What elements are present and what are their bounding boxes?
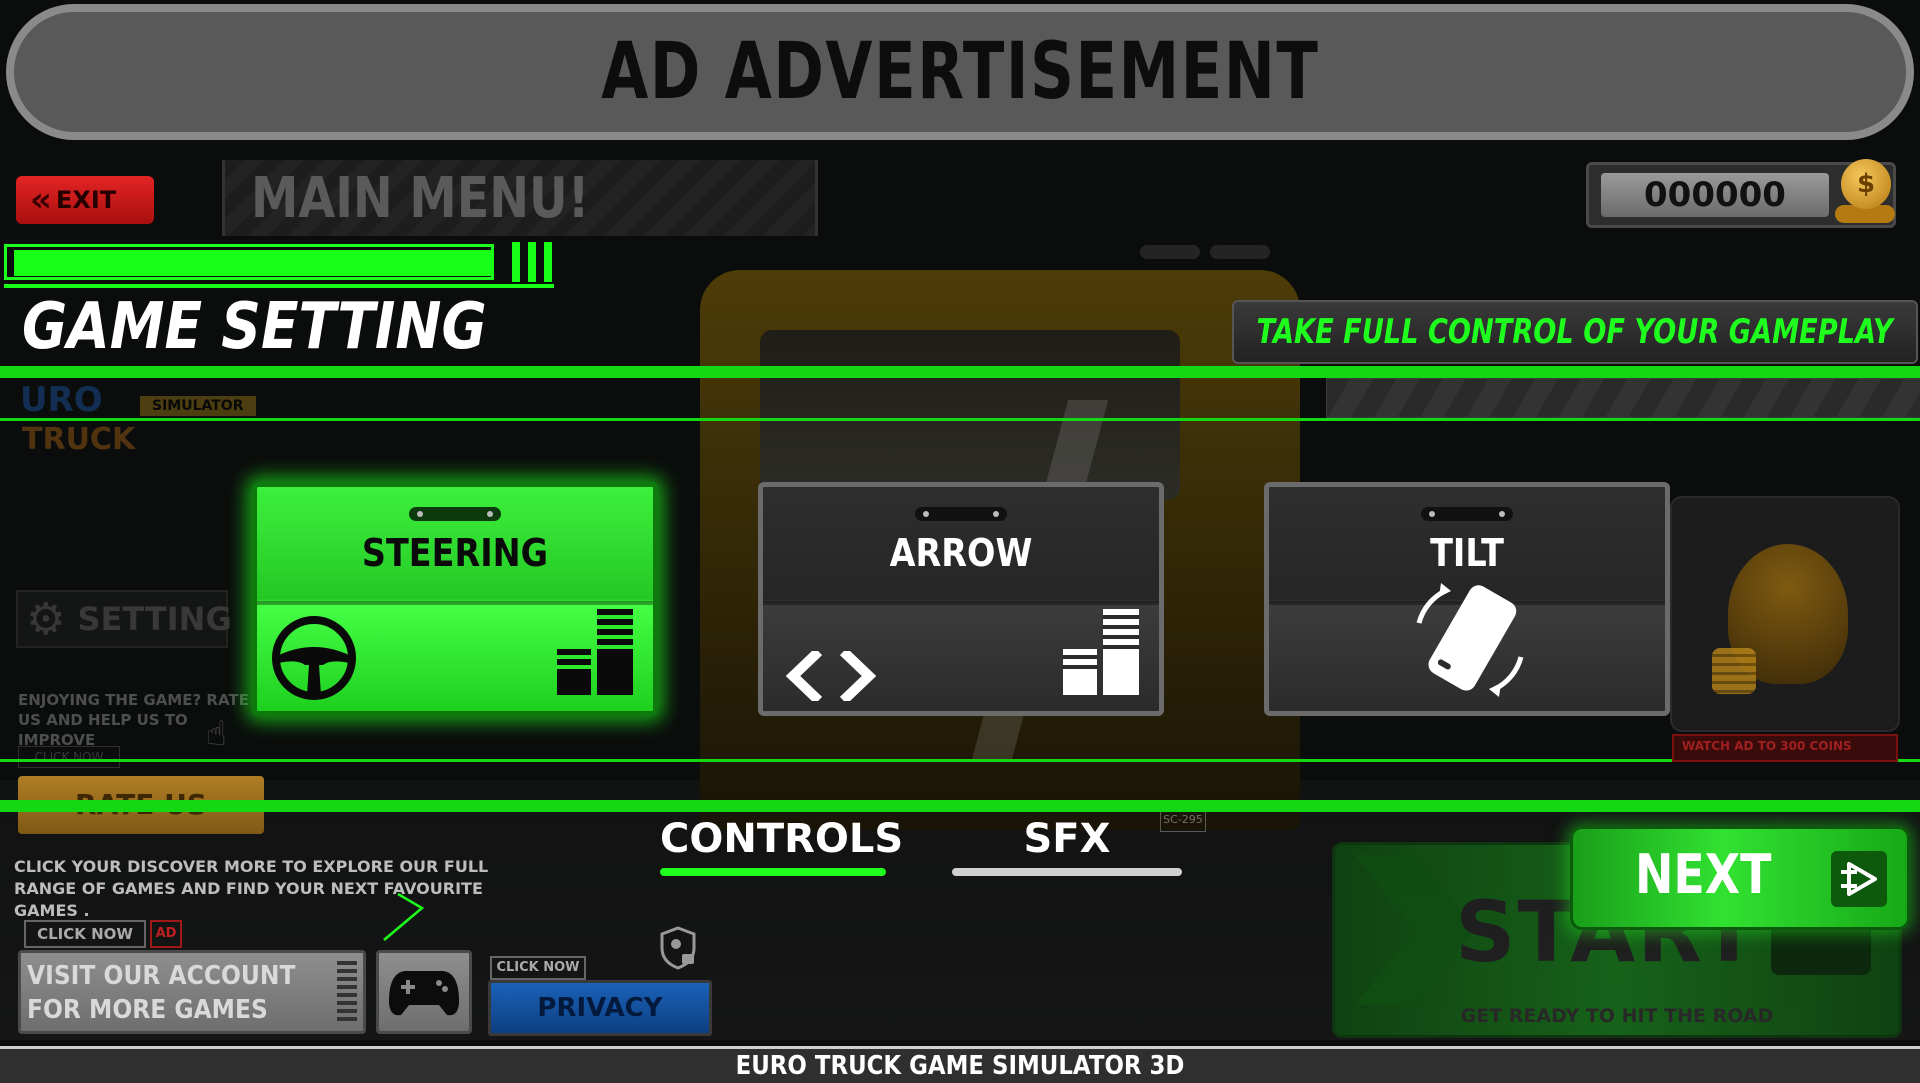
exit-label: EXIT — [55, 186, 117, 214]
logo-euro-text: URO — [20, 380, 103, 420]
discover-text: CLICK YOUR DISCOVER MORE TO EXPLORE OUR … — [14, 857, 489, 920]
card-split — [257, 601, 653, 605]
watch-ad-reward-card[interactable] — [1670, 496, 1900, 732]
gear-icon: ⚙ — [26, 593, 66, 645]
tab-controls[interactable]: CONTROLS — [660, 816, 903, 876]
more-games-button[interactable] — [376, 950, 472, 1034]
coin-count: 000000 — [1601, 173, 1829, 217]
steering-wheel-icon — [272, 616, 356, 700]
tagline-text: TAKE FULL CONTROL OF YOUR GAMEPLAY — [1256, 312, 1894, 352]
truck-windshield — [760, 330, 1180, 500]
start-subtitle: GET READY TO HIT THE ROAD — [1460, 1005, 1774, 1027]
card-notch — [915, 507, 1007, 521]
watch-ad-label-text: WATCH AD TO 300 COINS — [1682, 739, 1852, 753]
visit-account-label: VISIT OUR ACCOUNT FOR MORE GAMES — [27, 961, 296, 1025]
exit-button[interactable]: « EXIT — [16, 176, 154, 224]
hand-pointer-icon: ☝ — [206, 714, 227, 754]
double-chevron-left-icon: « — [30, 180, 52, 220]
main-menu-title-plate: MAIN MENU! — [222, 160, 818, 236]
next-button[interactable]: NEXT — [1570, 826, 1910, 930]
logo-simulator-text: SIMULATOR — [140, 396, 256, 416]
street-lamp — [1210, 245, 1270, 259]
street-lamp — [1140, 245, 1200, 259]
arrow-right-icon — [1831, 851, 1887, 907]
bar-graph-icon — [1063, 609, 1141, 695]
tagline-banner: TAKE FULL CONTROL OF YOUR GAMEPLAY — [1232, 300, 1918, 364]
control-label-tilt: TILT — [1430, 531, 1504, 575]
divider-line — [0, 366, 1920, 378]
divider-line — [0, 759, 1920, 762]
control-card-steering[interactable]: STEERING — [252, 482, 658, 716]
tab-underline — [660, 868, 886, 876]
shield-lock-icon — [660, 926, 696, 970]
setting-button-background: ⚙ SETTING — [16, 590, 232, 648]
tab-sfx-label: SFX — [1023, 816, 1111, 862]
ad-tag: AD — [150, 920, 182, 948]
next-label: NEXT — [1635, 843, 1772, 906]
card-notch — [409, 507, 501, 521]
discover-click-now-tag: CLICK NOW — [24, 920, 146, 948]
control-card-arrow[interactable]: ARROW — [758, 482, 1164, 716]
card-split — [763, 601, 1159, 605]
bar-graph-icon — [557, 609, 635, 695]
logo-truck-text: TRUCK — [22, 422, 136, 457]
coin-counter: 000000 $ — [1586, 159, 1896, 228]
privacy-policy-button[interactable]: PRIVACY POLICY — [488, 980, 712, 1073]
left-right-arrows-icon — [785, 651, 877, 701]
phone-tilt-icon — [1416, 583, 1524, 697]
tab-sfx[interactable]: SFX — [952, 816, 1182, 876]
dollar-coin-icon: $ — [1841, 159, 1891, 209]
page-title: GAME SETTING — [22, 290, 487, 364]
main-menu-title: MAIN MENU! — [251, 166, 590, 231]
tab-controls-label: CONTROLS — [660, 816, 904, 862]
control-card-tilt[interactable]: TILT — [1264, 482, 1670, 716]
divider-line — [0, 418, 1920, 421]
coin-stack-icon — [1712, 648, 1756, 694]
footer-title: EURO TRUCK GAME SIMULATOR 3D — [735, 1051, 1185, 1081]
control-label-arrow: ARROW — [889, 531, 1033, 575]
progress-fill — [14, 250, 494, 276]
progress-underline — [4, 284, 554, 288]
setting-label: SETTING — [77, 600, 232, 638]
control-label-steering: STEERING — [361, 531, 549, 575]
visit-account-button[interactable]: VISIT OUR ACCOUNT FOR MORE GAMES — [18, 950, 366, 1034]
tab-underline — [952, 868, 1182, 876]
watch-ad-label[interactable]: WATCH AD TO 300 COINS — [1672, 734, 1898, 762]
privacy-click-now-tag: CLICK NOW — [490, 956, 586, 980]
divider-line — [0, 800, 1920, 812]
card-notch — [1421, 507, 1513, 521]
grip-lines — [337, 961, 357, 1025]
ad-banner-text: AD ADVERTISEMENT — [600, 27, 1320, 117]
ad-banner[interactable]: AD ADVERTISEMENT — [6, 4, 1914, 140]
gamepad-icon — [389, 971, 459, 1016]
tagline-decor — [1326, 378, 1920, 418]
progress-ticks — [512, 242, 552, 282]
rate-click-now-tag: CLICK NOW — [18, 746, 120, 768]
progress-bar — [4, 242, 554, 288]
pointer-line-icon — [383, 892, 425, 941]
footer-bar: EURO TRUCK GAME SIMULATOR 3D — [0, 1046, 1920, 1083]
